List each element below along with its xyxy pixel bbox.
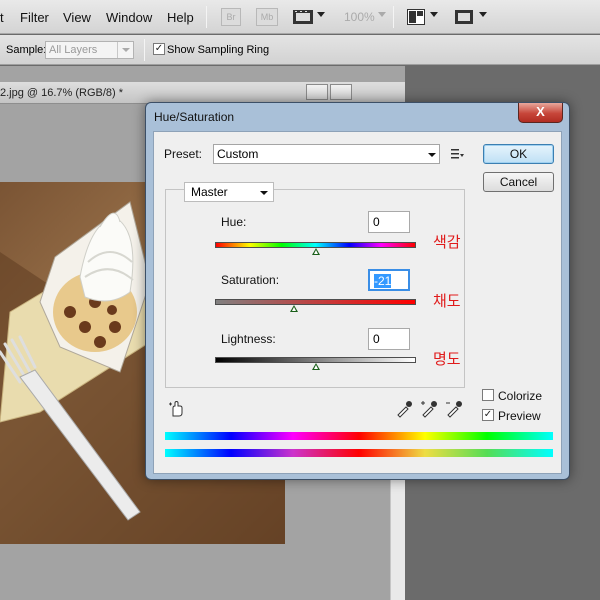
sample-label: Sample: (6, 44, 47, 56)
colorize-checkbox[interactable] (482, 389, 494, 401)
saturation-value: -21 (374, 274, 392, 288)
lightness-slider-thumb[interactable] (311, 363, 320, 370)
zoom-level[interactable]: 100% (344, 10, 375, 24)
document-tab[interactable]: 2.jpg @ 16.7% (RGB/8) * (0, 82, 405, 104)
saturation-slider-thumb[interactable] (290, 305, 299, 312)
restore-button[interactable] (330, 84, 352, 100)
menu-item-help[interactable]: Help (167, 10, 194, 25)
output-spectrum-bar (165, 449, 553, 457)
bridge-button[interactable]: Br (221, 8, 241, 26)
menu-item-view[interactable]: View (63, 10, 91, 25)
hue-input[interactable]: 0 (368, 211, 410, 233)
screen-mode-dropdown-icon[interactable] (479, 12, 487, 17)
sample-select[interactable]: All Layers (45, 41, 134, 59)
preset-label: Preset: (164, 147, 203, 161)
saturation-input[interactable]: -21 (368, 269, 410, 291)
ok-button[interactable]: OK (483, 144, 554, 164)
saturation-slider-track[interactable] (215, 299, 416, 305)
film-strip-icon[interactable] (292, 8, 314, 26)
chevron-down-icon (260, 191, 268, 195)
preset-value: Custom (217, 147, 259, 161)
edit-range-select[interactable]: Master (184, 182, 274, 202)
arrange-documents-icon[interactable] (407, 9, 425, 25)
show-sampling-ring-label: Show Sampling Ring (167, 44, 270, 56)
targeted-adjustment-hand-icon[interactable] (168, 400, 186, 418)
zoom-dropdown-icon[interactable] (378, 12, 386, 17)
minimize-button[interactable] (306, 84, 328, 100)
saturation-label: Saturation: (221, 273, 280, 287)
eyedropper-icon[interactable] (395, 400, 413, 418)
options-bar: Sample: All Layers ✓ Show Sampling Ring (0, 35, 600, 65)
show-sampling-ring-checkbox[interactable]: ✓ (153, 43, 165, 55)
document-title: 2.jpg @ 16.7% (RGB/8) * (0, 87, 124, 99)
dialog-title: Hue/Saturation (154, 110, 235, 124)
menu-item-truncated[interactable]: t (0, 10, 4, 25)
lightness-input[interactable]: 0 (368, 328, 410, 350)
menu-item-filter[interactable]: Filter (20, 10, 49, 25)
film-strip-dropdown-icon[interactable] (317, 12, 325, 17)
input-spectrum-bar (165, 432, 553, 440)
preset-options-icon[interactable] (451, 148, 465, 160)
lightness-annotation: 명도 (433, 350, 461, 368)
saturation-annotation: 채도 (433, 292, 461, 310)
menu-separator (206, 6, 207, 28)
sample-select-value: All Layers (49, 44, 98, 56)
chevron-down-icon (117, 42, 133, 58)
colorize-label: Colorize (498, 389, 543, 403)
cancel-button[interactable]: Cancel (483, 172, 554, 192)
lightness-label: Lightness: (221, 332, 276, 346)
dialog-body: Preset: Custom OK Cancel Master Hue: 0 색… (153, 131, 562, 474)
menu-item-window[interactable]: Window (106, 10, 152, 25)
preset-select[interactable]: Custom (213, 144, 440, 164)
chevron-down-icon (428, 153, 436, 157)
hue-saturation-dialog: Hue/Saturation X Preset: Custom OK Cance… (145, 102, 570, 480)
edit-range-value: Master (191, 185, 228, 199)
eyedropper-subtract-icon[interactable] (445, 400, 463, 418)
hue-annotation: 색감 (433, 233, 461, 251)
preview-label: Preview (498, 409, 541, 423)
eyedropper-add-icon[interactable] (420, 400, 438, 418)
screen-mode-icon[interactable] (454, 9, 474, 25)
document-window-controls (306, 84, 354, 103)
options-separator (144, 39, 145, 61)
hue-slider-thumb[interactable] (311, 248, 320, 255)
arrange-dropdown-icon[interactable] (430, 12, 438, 17)
menu-separator (393, 6, 394, 28)
mini-bridge-button[interactable]: Mb (256, 8, 278, 26)
hue-label: Hue: (221, 215, 247, 229)
menu-bar: t Filter View Window Help Br Mb 100% (0, 0, 600, 34)
preview-checkbox[interactable]: ✓ (482, 409, 494, 421)
close-button[interactable]: X (518, 103, 563, 123)
